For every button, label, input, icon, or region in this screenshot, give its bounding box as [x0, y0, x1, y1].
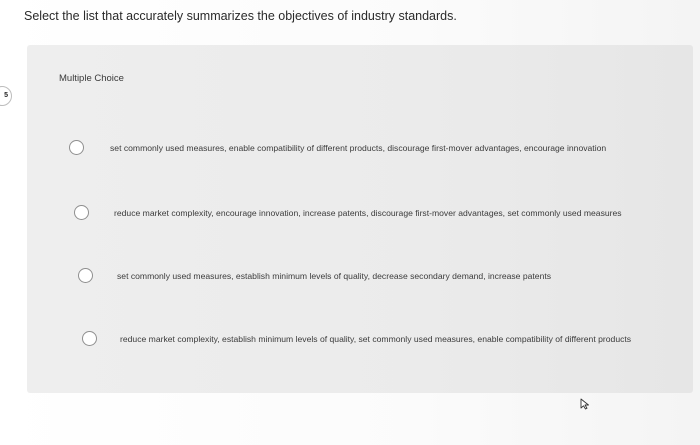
- radio-unselected-icon[interactable]: [78, 268, 93, 283]
- question-text: Select the list that accurately summariz…: [24, 9, 457, 23]
- radio-unselected-icon[interactable]: [82, 331, 97, 346]
- answer-option-3[interactable]: set commonly used measures, establish mi…: [78, 268, 551, 283]
- question-type-label: Multiple Choice: [59, 73, 124, 84]
- answer-option-label: reduce market complexity, establish mini…: [120, 333, 632, 344]
- radio-unselected-icon[interactable]: [74, 205, 89, 220]
- answer-option-4[interactable]: reduce market complexity, establish mini…: [82, 331, 631, 346]
- page: Select the list that accurately summariz…: [0, 0, 700, 445]
- radio-unselected-icon[interactable]: [69, 140, 84, 155]
- answer-option-1[interactable]: set commonly used measures, enable compa…: [69, 140, 606, 155]
- question-number-badge: 5: [0, 86, 12, 106]
- answer-option-label: reduce market complexity, encourage inno…: [114, 207, 622, 218]
- answer-option-label: set commonly used measures, enable compa…: [110, 142, 607, 153]
- answer-option-label: set commonly used measures, establish mi…: [117, 270, 552, 281]
- mouse-pointer-icon: [580, 398, 589, 410]
- answer-option-2[interactable]: reduce market complexity, encourage inno…: [74, 205, 622, 220]
